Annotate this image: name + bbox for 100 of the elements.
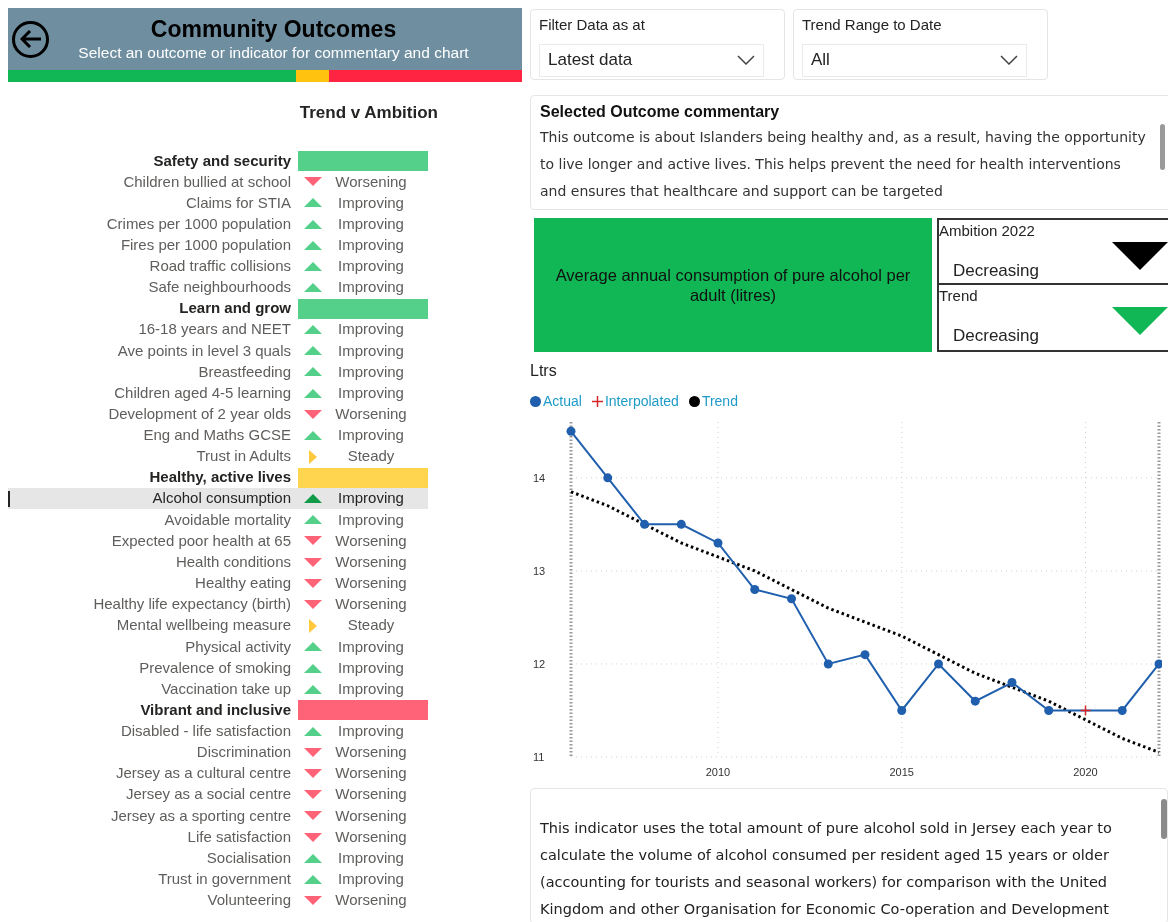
- indicator-row[interactable]: Jersey as a sporting centre Worsening: [8, 805, 428, 827]
- outcome-heading[interactable]: Healthy, active lives: [8, 466, 298, 489]
- indicator-label: Fires per 1000 population: [119, 235, 292, 256]
- data-point: [750, 585, 760, 594]
- indicator-label: Healthy eating: [194, 573, 292, 594]
- indicator-row[interactable]: Trust in Adults Steady: [8, 446, 428, 468]
- trend-status: Improving: [337, 488, 405, 509]
- indicator-row[interactable]: Avoidable mortality Improving: [8, 509, 428, 531]
- indicator-label: Avoidable mortality: [163, 509, 292, 530]
- list-heading: Trend v Ambition: [299, 102, 438, 124]
- trend-status: Worsening: [334, 594, 408, 615]
- trend-status: Improving: [337, 657, 405, 678]
- range-edge[interactable]: [1157, 422, 1161, 757]
- indicator-label: 16-18 years and NEET: [137, 319, 292, 340]
- commentary-text: This outcome is about Islanders being healthy and, as a result, having the opportunity to live longer and active lives. This helps prevent the need for health interventions and ensures that healthcare and support can be targeted: [540, 128, 1147, 201]
- range-edge[interactable]: [569, 422, 573, 757]
- indicator-row[interactable]: Road traffic collisions Improving: [8, 255, 428, 278]
- x-tick-label: 2010: [705, 766, 731, 778]
- indicator-row[interactable]: Healthy life expectancy (birth) Worsening: [8, 593, 428, 616]
- indicator-label: Healthy life expectancy (birth): [92, 594, 292, 615]
- indicator-title: Average annual consumption of pure alcohol per adult (litres): [554, 265, 912, 305]
- indicator-label: Safe neighbourhoods: [147, 277, 292, 298]
- indicator-row[interactable]: Physical activity Improving: [8, 636, 428, 658]
- indicator-row[interactable]: 16-18 years and NEET Improving: [8, 319, 428, 341]
- legend-item: Actual: [530, 391, 582, 412]
- trend-status: Worsening: [334, 890, 408, 911]
- trend-status: Improving: [337, 192, 405, 213]
- dot-icon: [530, 396, 541, 407]
- indicator-label: Road traffic collisions: [148, 256, 292, 277]
- trend-status: Improving: [337, 319, 405, 340]
- scrollbar[interactable]: [1161, 799, 1167, 839]
- trend-status: Worsening: [334, 404, 408, 425]
- indicator-row[interactable]: Healthy eating Worsening: [8, 572, 428, 594]
- chevron-down-icon: [1000, 55, 1018, 65]
- trend-status: Worsening: [334, 530, 408, 551]
- y-axis-title: Ltrs: [530, 361, 558, 381]
- trend-status: Worsening: [334, 171, 408, 192]
- y-tick-label: 13: [533, 564, 546, 577]
- interpolated-point: [1079, 704, 1092, 717]
- filter-label: Filter Data as at: [539, 15, 646, 35]
- indicator-row[interactable]: Ave points in level 3 quals Improving: [8, 340, 428, 362]
- indicator-label: Physical activity: [184, 636, 292, 657]
- outcome-heading[interactable]: Safety and security: [8, 149, 298, 173]
- filter-dropdown[interactable]: Latest data: [539, 43, 764, 77]
- indicator-label: Children bullied at school: [122, 171, 292, 192]
- trend-status: Steady: [346, 446, 396, 467]
- trend-status: Worsening: [334, 784, 408, 805]
- data-point: [603, 473, 613, 483]
- indicator-row[interactable]: Vaccination take up Improving: [8, 678, 428, 700]
- indicator-label: Development of 2 year olds: [107, 404, 292, 425]
- indicator-row[interactable]: Children aged 4-5 learning Improving: [8, 382, 428, 404]
- indicator-row[interactable]: Volunteering Worsening: [8, 890, 428, 912]
- indicator-label: Discrimination: [195, 742, 292, 763]
- indicator-row[interactable]: Fires per 1000 population Improving: [8, 234, 428, 256]
- indicator-note: This indicator uses the total amount of pure alcohol sold in Jersey each year to calculate the volume of alcohol consumed per resident aged 15 years or older (accounting for tourists and seasonal workers) for comparison with the United Kingdom and other Organisation for Economic Co-operation and Development: [540, 819, 1113, 919]
- data-point: [897, 705, 907, 715]
- indicator-row[interactable]: Eng and Maths GCSE Improving: [8, 424, 428, 447]
- outcome-heading[interactable]: Vibrant and inclusive: [8, 698, 298, 722]
- indicator-row[interactable]: Socialisation Improving: [8, 847, 428, 869]
- data-point: [1154, 659, 1162, 669]
- direction-value: Decreasing: [953, 260, 1039, 282]
- indicator-row[interactable]: Breastfeeding Improving: [8, 361, 428, 383]
- indicator-row[interactable]: Discrimination Worsening: [8, 741, 428, 763]
- indicator-label: Prevalence of smoking: [138, 657, 292, 678]
- indicator-row[interactable]: Development of 2 year olds Worsening: [8, 403, 428, 425]
- trend-status: Worsening: [334, 551, 408, 572]
- trend-status: Improving: [337, 869, 405, 890]
- legend-item: Trend: [688, 391, 738, 412]
- indicator-row[interactable]: Mental wellbeing measure Steady: [8, 615, 428, 637]
- filter-dropdown[interactable]: All: [802, 43, 1027, 77]
- indicator-label: Jersey as a cultural centre: [114, 763, 292, 784]
- direction-card-label: Trend: [939, 286, 978, 306]
- data-point: [713, 538, 723, 548]
- indicator-row[interactable]: Life satisfaction Worsening: [8, 826, 428, 848]
- indicator-row[interactable]: Crimes per 1000 population Improving: [8, 213, 428, 235]
- trend-status: Improving: [337, 277, 405, 298]
- indicator-row[interactable]: Jersey as a social centre Worsening: [8, 784, 428, 806]
- indicator-row[interactable]: Safe neighbourhoods Improving: [8, 277, 428, 299]
- indicator-row[interactable]: Alcohol consumption Improving: [8, 488, 428, 510]
- outcome-heading[interactable]: Learn and grow: [8, 297, 298, 320]
- indicator-row[interactable]: Expected poor health at 65 Worsening: [8, 530, 428, 552]
- data-point: [823, 659, 833, 669]
- indicator-row[interactable]: Trust in government Improving: [8, 868, 428, 891]
- indicator-row[interactable]: Jersey as a cultural centre Worsening: [8, 762, 428, 785]
- y-tick-label: 12: [533, 657, 546, 670]
- x-tick-label: 2015: [889, 766, 914, 778]
- indicator-row[interactable]: Health conditions Worsening: [8, 551, 428, 573]
- trend-status: Improving: [337, 636, 405, 657]
- scrollbar[interactable]: [1160, 124, 1165, 170]
- indicator-row[interactable]: Disabled - life satisfaction Improving: [8, 720, 428, 742]
- data-point: [860, 650, 870, 660]
- x-tick-label: 2020: [1073, 766, 1098, 778]
- chevron-down-icon: [737, 55, 755, 65]
- indicator-row[interactable]: Children bullied at school Worsening: [8, 171, 428, 193]
- indicator-row[interactable]: Claims for STIA Improving: [8, 192, 428, 214]
- data-point: [787, 594, 796, 604]
- back-icon[interactable]: [12, 20, 49, 58]
- indicator-row[interactable]: Prevalence of smoking Improving: [8, 657, 428, 679]
- indicator-label: Breastfeeding: [197, 361, 292, 382]
- data-point: [934, 659, 943, 669]
